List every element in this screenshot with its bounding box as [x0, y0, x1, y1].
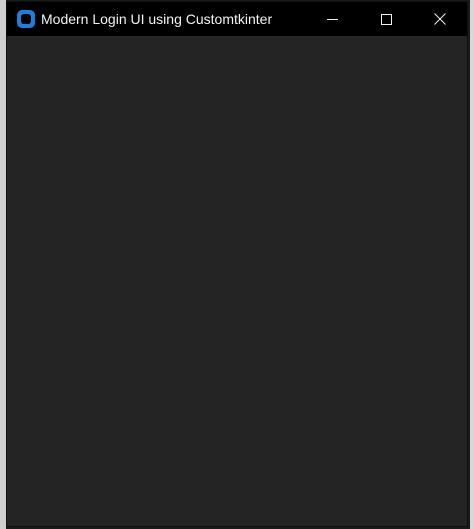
maximize-button[interactable] [359, 2, 413, 36]
minimize-icon [326, 14, 338, 25]
window-content [7, 36, 467, 526]
screen: Modern Login UI using Customtkinter [0, 0, 474, 529]
title-bar[interactable]: Modern Login UI using Customtkinter [7, 2, 467, 36]
window-title: Modern Login UI using Customtkinter [41, 11, 273, 27]
maximize-icon [380, 13, 392, 25]
desktop-edge-right [470, 0, 474, 529]
close-button[interactable] [413, 2, 467, 36]
window-controls [305, 2, 467, 36]
minimize-button[interactable] [305, 2, 359, 36]
app-window: Modern Login UI using Customtkinter [6, 1, 468, 527]
app-icon [17, 10, 35, 28]
close-icon [434, 13, 446, 25]
